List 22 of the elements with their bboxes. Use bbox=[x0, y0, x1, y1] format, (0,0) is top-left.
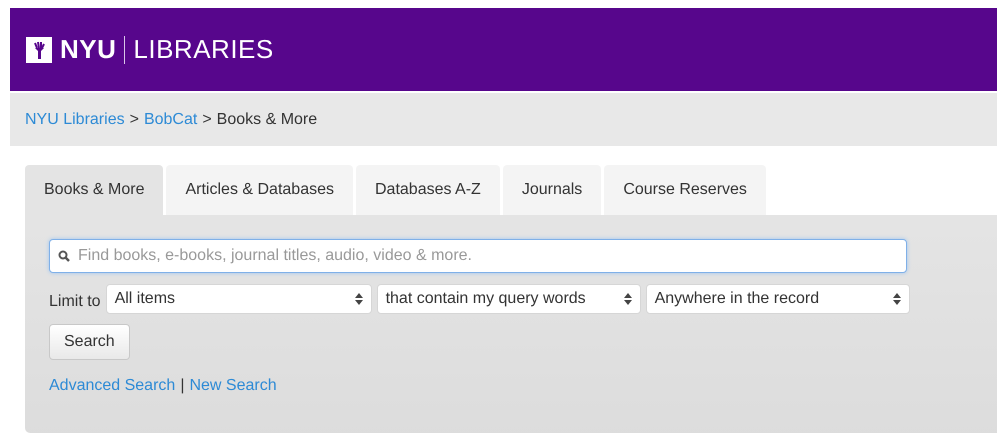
tab[interactable]: Databases A-Z bbox=[356, 165, 500, 215]
updown-caret-icon bbox=[892, 293, 901, 305]
logo-text: NYU bbox=[60, 34, 116, 65]
updown-caret-icon bbox=[624, 293, 632, 305]
search-button[interactable]: Search bbox=[49, 324, 130, 360]
torch-logo-icon bbox=[26, 36, 52, 62]
breadcrumb-text: > bbox=[202, 110, 212, 128]
separator-text: | bbox=[180, 377, 184, 395]
tab[interactable]: Journals bbox=[502, 165, 602, 215]
breadcrumb-text: Books & More bbox=[216, 110, 318, 128]
tab[interactable]: Course Reserves bbox=[604, 165, 766, 215]
logo-subtitle: LIBRARIES bbox=[133, 34, 274, 65]
updown-caret-icon bbox=[354, 293, 363, 305]
tab[interactable]: Articles & Databases bbox=[166, 165, 353, 215]
dropdown-select[interactable]: Anywhere in the record bbox=[646, 284, 910, 314]
limit-label: Limit to bbox=[49, 293, 101, 311]
dropdown-select[interactable]: All items bbox=[106, 284, 372, 314]
search-field[interactable]: Find books, e-books, journal titles, audio, video & more. bbox=[49, 239, 907, 273]
search-icon bbox=[58, 250, 70, 262]
dropdown-select[interactable]: that contain my query words bbox=[376, 284, 641, 314]
tab[interactable]: Books & More bbox=[25, 165, 164, 215]
breadcrumb-text: > bbox=[130, 110, 139, 128]
